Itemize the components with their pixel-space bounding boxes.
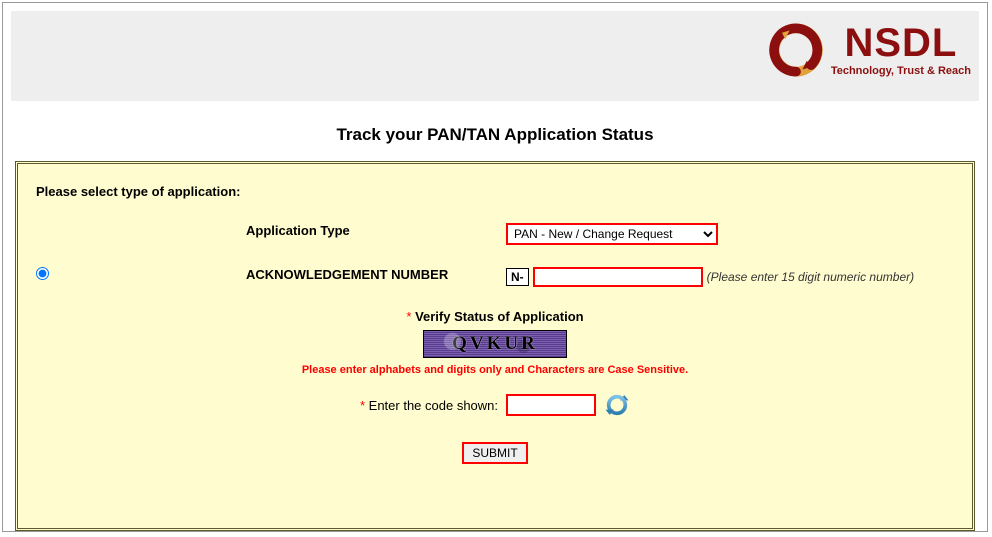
- enter-code-label: Enter the code shown:: [369, 398, 498, 413]
- refresh-icon[interactable]: [604, 392, 630, 418]
- verify-section: * Verify Status of Application QVKUR Ple…: [36, 309, 954, 464]
- brand-tagline: Technology, Trust & Reach: [831, 65, 971, 77]
- brand-block: NSDL Technology, Trust & Reach: [769, 23, 971, 77]
- form-panel: Please select type of application: Appli…: [15, 161, 975, 531]
- page-frame: NSDL Technology, Trust & Reach Track you…: [2, 2, 988, 532]
- form-instruction: Please select type of application:: [36, 184, 954, 199]
- verify-title: Verify Status of Application: [415, 309, 584, 324]
- required-star-icon: *: [360, 398, 365, 413]
- ack-label: ACKNOWLEDGEMENT NUMBER: [76, 267, 506, 282]
- captcha-input[interactable]: [506, 394, 596, 416]
- ack-radio[interactable]: [36, 267, 49, 280]
- app-type-select[interactable]: PAN - New / Change Request: [506, 223, 718, 245]
- brand-name: NSDL: [844, 23, 957, 63]
- ack-row: ACKNOWLEDGEMENT NUMBER N- (Please enter …: [36, 267, 954, 287]
- header-band: NSDL Technology, Trust & Reach: [11, 11, 979, 101]
- ack-hint: (Please enter 15 digit numeric number): [707, 270, 914, 285]
- app-type-row: Application Type PAN - New / Change Requ…: [36, 223, 954, 245]
- submit-row: SUBMIT: [36, 442, 954, 464]
- required-star-icon: *: [406, 309, 411, 324]
- enter-code-prefix: * Enter the code shown:: [360, 398, 498, 413]
- captcha-text: QVKUR: [452, 333, 538, 355]
- ack-number-input[interactable]: [533, 267, 703, 287]
- page-title: Track your PAN/TAN Application Status: [3, 125, 987, 145]
- captcha-image: QVKUR: [423, 330, 567, 358]
- submit-button[interactable]: SUBMIT: [462, 442, 527, 464]
- ack-prefix-box: N-: [506, 268, 529, 286]
- enter-code-row: * Enter the code shown:: [36, 392, 954, 418]
- captcha-warning: Please enter alphabets and digits only a…: [36, 364, 954, 376]
- verify-title-row: * Verify Status of Application: [36, 309, 954, 324]
- app-type-label: Application Type: [76, 223, 506, 238]
- brand-logo-icon: [769, 23, 823, 77]
- brand-text-wrap: NSDL Technology, Trust & Reach: [831, 23, 971, 77]
